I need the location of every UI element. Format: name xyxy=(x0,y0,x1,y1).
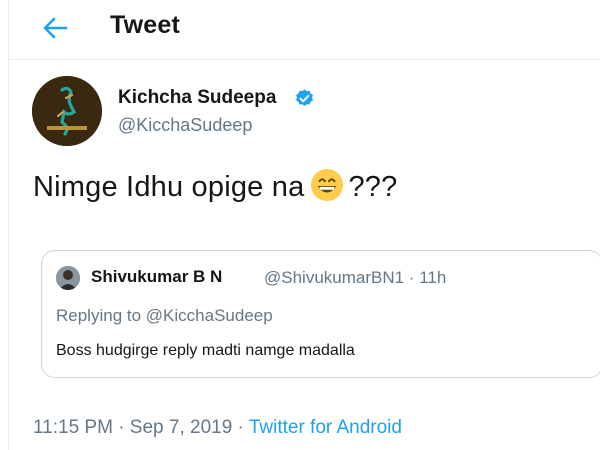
quoted-tweet-text: Boss hudgirge reply madti namge madalla xyxy=(56,342,355,359)
arrow-left-icon xyxy=(43,17,68,39)
back-button[interactable] xyxy=(37,12,73,44)
tweet-author: Kichcha Sudeepa @KicchaSudeep xyxy=(9,76,600,146)
person-icon xyxy=(56,266,80,290)
tweet-text-main: Nimge Idhu opige na xyxy=(33,171,305,203)
author-name[interactable]: Kichcha Sudeepa xyxy=(118,87,276,109)
tweet-text-suffix: ??? xyxy=(348,171,398,203)
tweet-metadata: 11:15 PM · Sep 7, 2019 · Twitter for And… xyxy=(33,417,402,439)
replying-to-label: Replying to xyxy=(56,306,142,325)
replying-to-line: Replying to @KicchaSudeep xyxy=(56,306,273,326)
quoted-author-handle-time: @ShivukumarBN1 · 11h xyxy=(264,268,447,287)
page-title: Tweet xyxy=(110,11,180,39)
quoted-author-name[interactable]: Shivukumar B N xyxy=(91,267,222,287)
verified-badge-icon xyxy=(296,89,313,106)
tweet-text: Nimge Idhu opige na ??? xyxy=(33,168,397,204)
author-handle[interactable]: @KicchaSudeep xyxy=(118,115,252,136)
page-header: Tweet xyxy=(9,0,600,60)
replying-to-mention[interactable]: @KicchaSudeep xyxy=(146,306,273,325)
tweet-source-link[interactable]: Twitter for Android xyxy=(249,417,402,438)
avatar[interactable] xyxy=(32,76,102,146)
avatar-logo-icon xyxy=(32,76,102,146)
quoted-avatar[interactable] xyxy=(56,266,80,290)
quoted-tweet-card[interactable]: Shivukumar B N @ShivukumarBN1 · 11h Repl… xyxy=(41,250,600,378)
tweet-detail-panel: Tweet Kichcha Sudeepa @KicchaSudeep Nimg… xyxy=(8,0,600,450)
tweet-timestamp[interactable]: 11:15 PM · Sep 7, 2019 · xyxy=(33,417,244,438)
grinning-face-emoji-icon xyxy=(311,168,344,202)
